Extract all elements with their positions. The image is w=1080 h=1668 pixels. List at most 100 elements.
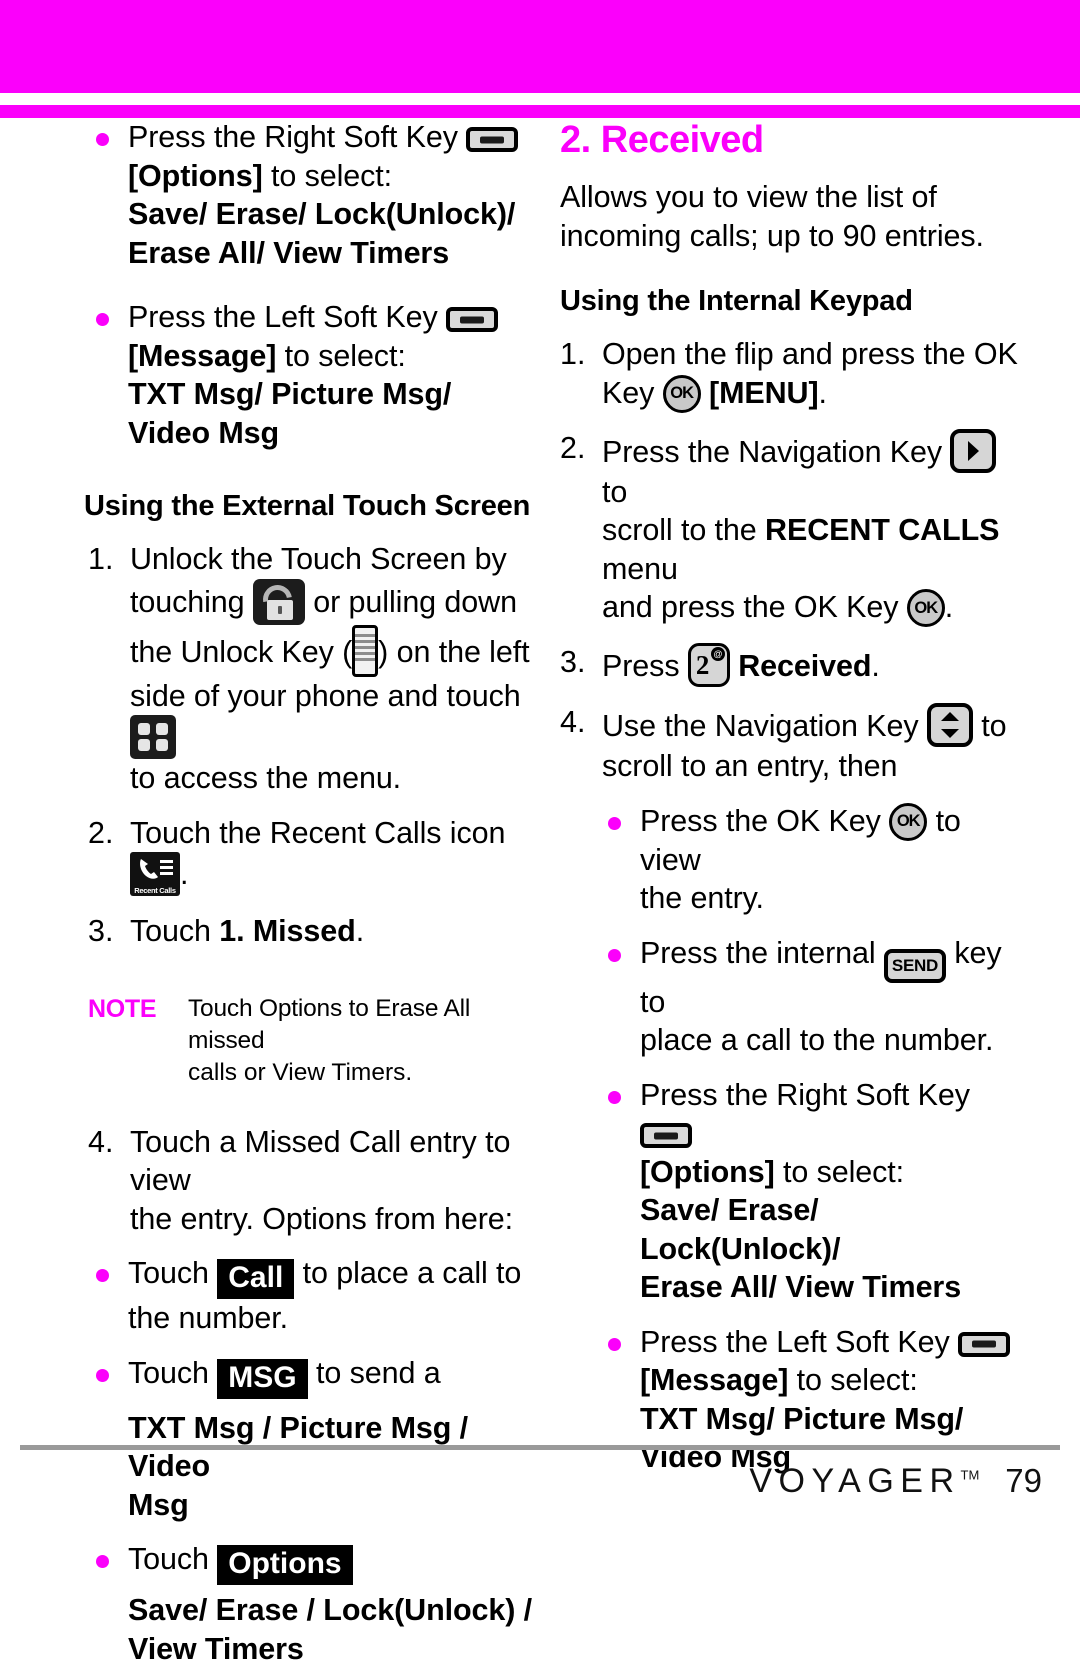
- options-values-line2: Erase All/ View Timers: [640, 1268, 1022, 1307]
- bullet-press-ok: Press the OK Key OK to view the entry.: [600, 802, 1022, 918]
- step-3: 3. Press 2 @ Received.: [560, 643, 1022, 687]
- bullet-line2: the number.: [128, 1299, 536, 1338]
- step-line: Open the flip and press the OK: [602, 335, 1022, 374]
- step-line: touching or pulling down: [130, 579, 536, 625]
- period: .: [180, 857, 188, 891]
- bullet-text: Press the Right Soft Key: [640, 1078, 970, 1112]
- side-of-phone-text: side of your phone and touch: [130, 679, 521, 713]
- to-select-text: to select:: [775, 1155, 904, 1189]
- note-line2: calls or View Timers.: [188, 1057, 536, 1089]
- bullet-text: Press the Right Soft Key: [128, 120, 458, 154]
- footer-divider: [20, 1445, 1060, 1450]
- bullet-dot-icon: [96, 133, 109, 146]
- bullet-dot-icon: [608, 1338, 621, 1351]
- period: .: [871, 649, 879, 683]
- soft-key-icon: [640, 1123, 692, 1148]
- page-number: 79: [1005, 1462, 1042, 1500]
- step-1: 1. Unlock the Touch Screen by touching o…: [88, 540, 536, 798]
- touch-text: Touch: [128, 1356, 209, 1390]
- touch-text: Touch: [130, 914, 219, 948]
- bullet-dot-icon: [96, 313, 109, 326]
- step-line: Touch a Missed Call entry to view: [130, 1123, 536, 1200]
- step-line: Key OK [MENU].: [602, 374, 1022, 413]
- note-tag: NOTE: [88, 993, 156, 1025]
- scroll-text: scroll to the: [602, 513, 765, 547]
- nav-key-text: Press the Navigation Key: [602, 435, 942, 469]
- place-call-text: to place a call to: [303, 1256, 522, 1290]
- press-internal-text: Press the internal: [640, 936, 876, 970]
- message-values-line2: Video Msg: [128, 414, 536, 453]
- padlock-icon: [253, 579, 305, 625]
- options-values-line2: View Timers: [128, 1630, 536, 1668]
- press-ok-text: Press the OK Key: [640, 804, 881, 838]
- message-values-line1: TXT Msg/ Picture Msg/: [640, 1400, 1022, 1439]
- step-number: 1.: [88, 540, 113, 579]
- soft-key-icon: [446, 307, 498, 332]
- touch-recent-calls-text: Touch the Recent Calls icon: [130, 816, 505, 850]
- bullet-touch-options: Touch Options Save/ Erase / Lock(Unlock)…: [88, 1540, 536, 1668]
- to-select-text: to select:: [788, 1363, 917, 1397]
- ok-key-icon: OK: [889, 803, 927, 841]
- options-values-line1: Save/ Erase / Lock(Unlock) /: [128, 1591, 536, 1630]
- bullet-press-send: Press the internal SEND key to place a c…: [600, 934, 1022, 1060]
- step-number: 3.: [560, 643, 585, 682]
- left-column: Press the Right Soft Key [Options] to se…: [88, 118, 536, 1668]
- message-values-line1: TXT Msg/ Picture Msg/: [128, 375, 536, 414]
- intro-line2: incoming calls; up to 90 entries.: [560, 217, 1022, 256]
- menu-grid-icon: [130, 715, 176, 759]
- bullet-dot-icon: [96, 1269, 109, 1282]
- period: .: [945, 590, 953, 624]
- unlock-key-text: the Unlock Key (: [130, 635, 352, 669]
- message-label: [Message]: [640, 1363, 788, 1397]
- step-4: 4. Use the Navigation Key to scroll to a…: [560, 703, 1022, 786]
- msg-button[interactable]: MSG: [217, 1359, 307, 1399]
- note-line1: Touch Options to Erase All missed: [188, 993, 536, 1057]
- touching-text: touching: [130, 585, 245, 619]
- ok-key-icon: OK: [663, 375, 701, 413]
- to-text: to: [981, 709, 1006, 743]
- nav-right-icon: [950, 429, 996, 473]
- press-ok-text: and press the OK Key: [602, 590, 898, 624]
- menu-text: menu: [602, 552, 678, 586]
- recent-calls-menu-label: RECENT CALLS: [765, 513, 999, 547]
- touch-text: Touch: [128, 1256, 209, 1290]
- accent-stripe: [0, 105, 1080, 118]
- nav-key-text: Use the Navigation Key: [602, 709, 919, 743]
- bullet-right-soft-key: Press the Right Soft Key [Options] to se…: [88, 118, 536, 272]
- top-banner: [0, 0, 1080, 93]
- step-2: 2. Press the Navigation Key to scroll to…: [560, 429, 1022, 628]
- send-key-icon: SEND: [884, 949, 946, 983]
- step-line: the entry. Options from here:: [130, 1200, 536, 1239]
- step-line: scroll to an entry, then: [602, 747, 1022, 786]
- bullet-text: Press the Left Soft Key: [640, 1325, 950, 1359]
- bullet-dot-icon: [96, 1555, 109, 1568]
- options-values-line1: Save/ Erase/ Lock(Unlock)/: [128, 195, 536, 234]
- page-body: Press the Right Soft Key [Options] to se…: [0, 118, 1080, 1418]
- recent-calls-icon: Recent Calls: [130, 852, 180, 896]
- soft-key-icon: [958, 1332, 1010, 1357]
- step-line: side of your phone and touch: [130, 677, 536, 760]
- call-button[interactable]: Call: [217, 1259, 294, 1299]
- options-label: [Options]: [640, 1155, 775, 1189]
- bullet-touch-call: Touch Call to place a call to the number…: [88, 1254, 536, 1338]
- step-line: Use the Navigation Key to: [602, 703, 1022, 747]
- missed-label: 1. Missed: [219, 914, 355, 948]
- ok-key-icon: OK: [907, 589, 945, 627]
- step-number: 2.: [88, 814, 113, 853]
- step-line: Unlock the Touch Screen by: [130, 540, 536, 579]
- options-button[interactable]: Options: [217, 1545, 352, 1585]
- options-values-line2: Erase All/ View Timers: [128, 234, 536, 273]
- step-3: 3. Touch 1. Missed.: [88, 912, 536, 951]
- to-select-text: to select:: [263, 159, 392, 193]
- bullet-dot-icon: [608, 817, 621, 830]
- step-line: to access the menu.: [130, 759, 536, 798]
- step-line: scroll to the RECENT CALLS menu: [602, 511, 1022, 588]
- to-send-text: to send a: [316, 1356, 441, 1390]
- bullet-line2: the entry.: [640, 879, 1022, 918]
- to-text: to: [602, 475, 627, 509]
- step-4: 4. Touch a Missed Call entry to view the…: [88, 1123, 536, 1239]
- msg-values-line2: Msg: [128, 1486, 536, 1525]
- intro-line1: Allows you to view the list of: [560, 178, 1022, 217]
- note-block: NOTE Touch Options to Erase All missed c…: [88, 993, 536, 1089]
- heading-internal-keypad: Using the Internal Keypad: [560, 283, 1022, 319]
